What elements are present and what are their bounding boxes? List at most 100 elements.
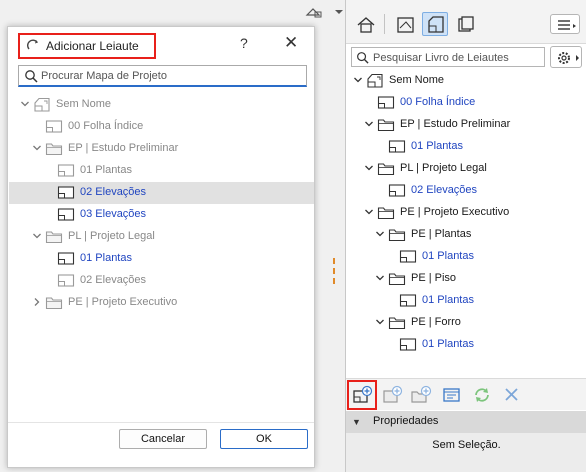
tree-row[interactable]: 03 Elevações — [9, 204, 314, 226]
chevron-down-icon[interactable] — [363, 206, 375, 218]
view-map-button[interactable] — [392, 12, 418, 36]
tree-item-label: 03 Elevações — [80, 208, 147, 220]
tree-row[interactable]: 01 Plantas — [346, 246, 586, 268]
tree-row[interactable]: PE | Projeto Executivo — [346, 202, 586, 224]
tree-item-label: PE | Piso — [411, 272, 457, 284]
close-button[interactable]: ✕ — [284, 33, 298, 53]
splitter-handle[interactable] — [333, 258, 336, 284]
folder-icon — [388, 315, 406, 330]
new-master-button[interactable] — [382, 385, 404, 405]
new-subset-button[interactable] — [410, 385, 432, 405]
help-button[interactable]: ? — [240, 35, 248, 51]
folder-icon — [45, 141, 63, 156]
layout-book-panel: Sem Nome 00 Folha Índice EP | Estudo Preli… — [345, 0, 586, 472]
properties-value: Sem Seleção. — [432, 439, 501, 451]
tree-row[interactable]: 00 Folha Índice — [346, 92, 586, 114]
tree-row[interactable]: EP | Estudo Preliminar — [346, 114, 586, 136]
tree-row[interactable]: PE | Projeto Executivo — [9, 292, 314, 314]
layout-icon — [57, 207, 75, 222]
project-book-icon — [366, 73, 384, 88]
tree-row[interactable]: 01 Plantas — [346, 290, 586, 312]
settings-dialog-icon — [443, 388, 460, 402]
update-button[interactable] — [471, 385, 493, 405]
refresh-icon — [475, 388, 489, 402]
background-toolbar — [0, 0, 345, 24]
house-icon — [357, 17, 375, 33]
layout-book-button[interactable] — [422, 12, 448, 36]
tree-item-label: 01 Plantas — [80, 164, 132, 176]
gear-icon — [558, 52, 579, 64]
settings-button[interactable] — [550, 46, 582, 68]
tree-item-label: 00 Folha Índice — [68, 120, 144, 132]
tree-item-label: 01 Plantas — [411, 140, 463, 152]
layout-book-search[interactable] — [351, 47, 545, 67]
tree-row[interactable]: 02 Elevações — [346, 180, 586, 202]
tree-row[interactable]: PL | Projeto Legal — [9, 226, 314, 248]
chevron-down-icon[interactable] — [374, 228, 386, 240]
tree-row[interactable]: 01 Plantas — [346, 334, 586, 356]
tree-row[interactable]: 01 Plantas — [346, 136, 586, 158]
layout-settings-button[interactable] — [441, 385, 463, 405]
panel-search-input[interactable] — [373, 50, 541, 65]
new-master-icon — [383, 385, 403, 403]
layout-icon — [399, 293, 417, 308]
tree-row[interactable]: PE | Forro — [346, 312, 586, 334]
cancel-button[interactable]: Cancelar — [119, 429, 207, 449]
chevron-down-icon[interactable] — [19, 98, 31, 110]
tree-item-label: PE | Plantas — [411, 228, 472, 240]
tree-row[interactable]: 02 Elevações — [9, 270, 314, 292]
tree-item-label: PE | Forro — [411, 316, 461, 328]
view-options-icon[interactable] — [305, 5, 345, 19]
layout-icon — [45, 119, 63, 134]
layout-icon — [57, 273, 75, 288]
dialog-title-highlight: Adicionar Leiaute — [18, 33, 156, 59]
tree-row[interactable]: Sem Nome — [9, 94, 314, 116]
tree-row[interactable]: PE | Plantas — [346, 224, 586, 246]
tree-row[interactable]: PE | Piso — [346, 268, 586, 290]
tree-item-label: 01 Plantas — [422, 250, 474, 262]
chevron-down-icon[interactable] — [374, 316, 386, 328]
properties-header[interactable]: ▼ Propriedades — [346, 411, 586, 433]
tree-item-label: 01 Plantas — [80, 252, 132, 264]
menu-icon — [558, 20, 576, 30]
tree-item-label: 01 Plantas — [422, 294, 474, 306]
tree-row[interactable]: PL | Projeto Legal — [346, 158, 586, 180]
ok-button[interactable]: OK — [220, 429, 308, 449]
panel-menu-button[interactable] — [550, 14, 580, 34]
search-input[interactable] — [41, 68, 301, 84]
tree-row[interactable]: 02 Elevações — [9, 182, 314, 204]
tree-row[interactable]: Sem Nome — [346, 70, 586, 92]
search-icon — [357, 52, 369, 64]
chevron-right-icon[interactable] — [31, 296, 43, 308]
project-map-search[interactable] — [18, 65, 307, 87]
chevron-down-icon[interactable] — [374, 272, 386, 284]
tree-row[interactable]: 01 Plantas — [9, 248, 314, 270]
tree-item-label: PL | Projeto Legal — [400, 162, 487, 174]
new-layout-icon — [353, 385, 373, 403]
tree-row[interactable]: EP | Estudo Preliminar — [9, 138, 314, 160]
chevron-down-icon[interactable] — [31, 142, 43, 154]
layout-icon — [57, 185, 75, 200]
publisher-icon — [458, 16, 474, 32]
chevron-down-icon[interactable] — [31, 230, 43, 242]
chevron-down-icon[interactable] — [363, 162, 375, 174]
chevron-down-icon[interactable] — [352, 74, 364, 86]
tree-row[interactable]: 00 Folha Índice — [9, 116, 314, 138]
layout-icon — [57, 163, 75, 178]
tree-item-label: 01 Plantas — [422, 338, 474, 350]
view-map-icon — [397, 17, 414, 33]
publisher-sets-button[interactable] — [452, 12, 478, 36]
tree-item-label: PE | Projeto Executivo — [400, 206, 510, 218]
tree-item-label: Sem Nome — [389, 74, 445, 86]
panel-actions-bar — [346, 378, 586, 410]
project-map-button[interactable] — [352, 12, 378, 36]
delete-button[interactable] — [501, 385, 523, 405]
layout-book-icon — [428, 16, 444, 33]
tree-row[interactable]: 01 Plantas — [9, 160, 314, 182]
chevron-down-icon[interactable] — [363, 118, 375, 130]
layout-icon — [377, 95, 395, 110]
folder-icon — [45, 229, 63, 244]
search-icon — [25, 70, 38, 83]
tree-item-label: 02 Elevações — [411, 184, 478, 196]
new-layout-button[interactable] — [352, 385, 374, 405]
